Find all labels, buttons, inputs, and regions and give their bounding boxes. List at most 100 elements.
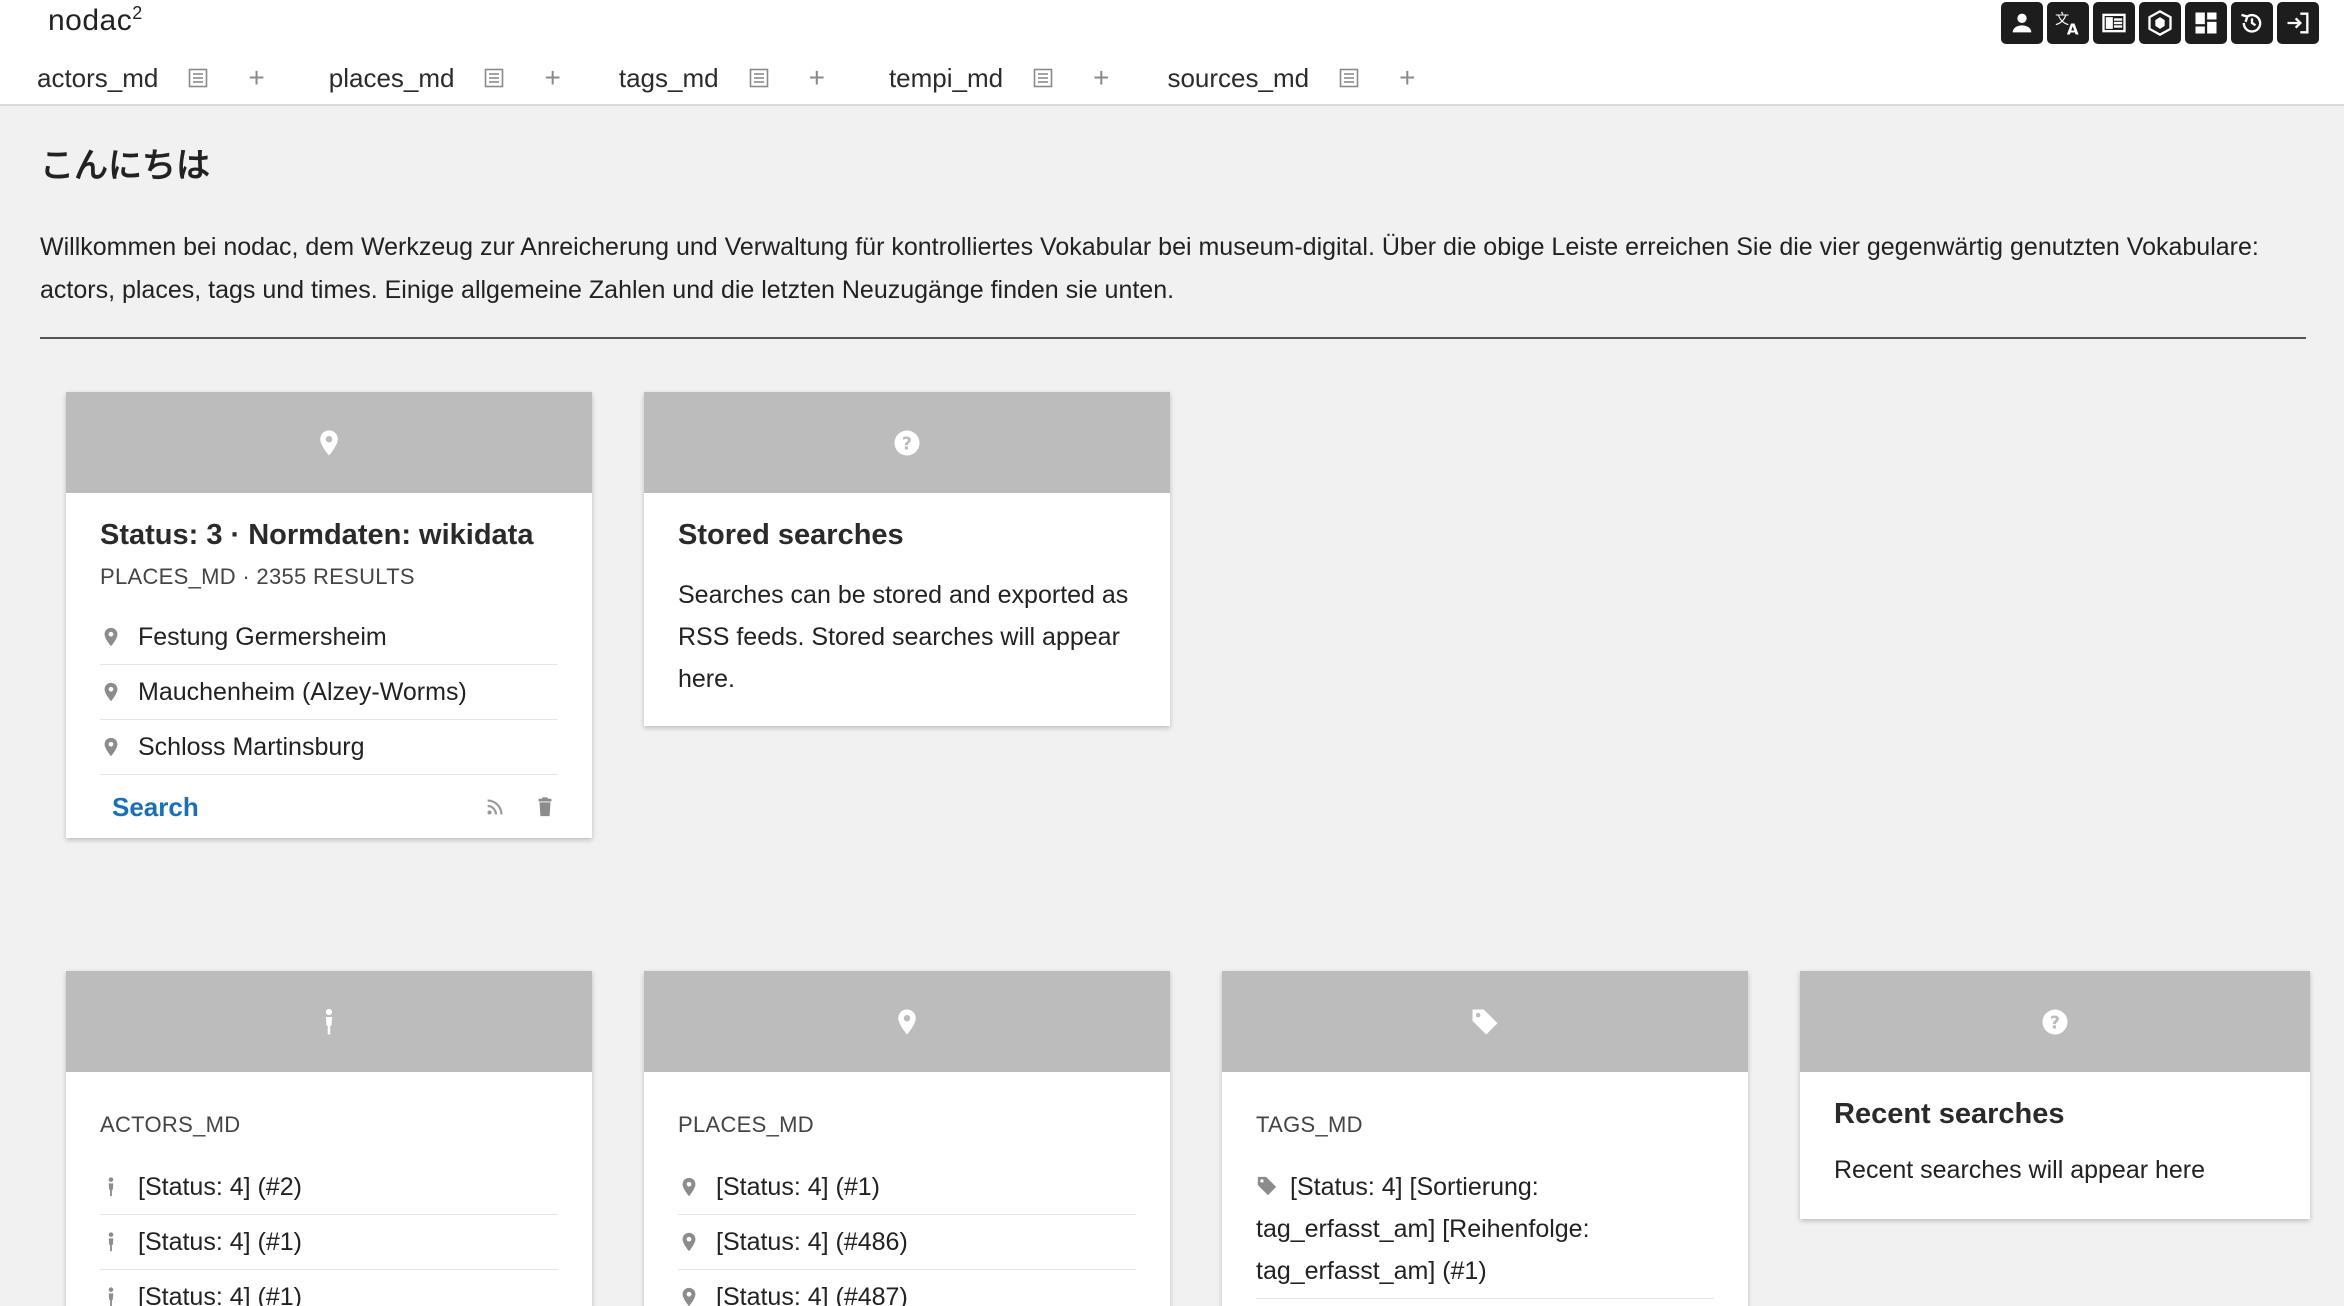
- list-item[interactable]: [Status: 4] (#487): [678, 1270, 1136, 1306]
- result-list: [Status: 4] [Sortierung: tag_erfasst_am]…: [1256, 1160, 1714, 1299]
- app-name-superscript: 2: [132, 3, 143, 23]
- add-icon[interactable]: +: [809, 64, 825, 92]
- logout-icon[interactable]: [2277, 2, 2319, 44]
- card-subtitle: ACTORS_MD: [100, 1112, 241, 1137]
- list-item[interactable]: Schloss Martinsburg: [100, 720, 558, 775]
- list-icon[interactable]: [1339, 68, 1359, 88]
- tab-tempi: tempi_md +: [889, 56, 1110, 100]
- list-icon[interactable]: [484, 68, 504, 88]
- toolbar: 文A: [2001, 2, 2319, 44]
- app-title[interactable]: nodac2: [48, 4, 143, 38]
- card-subtitle: PLACES_MD · 2355 RESULTS: [100, 564, 415, 589]
- greeting-heading: こんにちは: [40, 146, 210, 186]
- tab-tags-link[interactable]: tags_md: [619, 63, 719, 94]
- card-header: [644, 971, 1170, 1072]
- card-header: [1222, 971, 1748, 1072]
- tag-icon: [1472, 1009, 1498, 1034]
- tags-card: TAGS_MD [Status: 4] [Sortierung: tag_erf…: [1222, 971, 1748, 1306]
- card-title: Status: 3 · Normdaten: wikidata: [100, 519, 534, 551]
- list-item-label: [Status: 4] (#1): [138, 1283, 302, 1306]
- list-item[interactable]: Festung Germersheim: [100, 610, 558, 665]
- actors-card: ACTORS_MD [Status: 4] (#2) [Status: 4] (…: [66, 971, 592, 1306]
- dashboard-icon[interactable]: [2185, 2, 2227, 44]
- add-icon[interactable]: +: [248, 64, 264, 92]
- card-header: ?: [1800, 971, 2310, 1072]
- list-icon[interactable]: [749, 68, 769, 88]
- help-circle-icon: ?: [2042, 1009, 2068, 1034]
- person-icon: [108, 1287, 114, 1306]
- svg-text:?: ?: [902, 434, 912, 454]
- card-text: Searches can be stored and exported as R…: [678, 581, 1129, 693]
- vocabulary-tabs: actors_md + places_md + tags_md + tempi_…: [0, 56, 1415, 100]
- map-marker-icon: [104, 737, 118, 757]
- card-title: Recent searches: [1834, 1098, 2065, 1130]
- tab-sources-link[interactable]: sources_md: [1167, 63, 1309, 94]
- list-item[interactable]: [Status: 4] (#1): [100, 1215, 558, 1270]
- person-icon: [108, 1177, 114, 1197]
- trash-icon[interactable]: [534, 796, 556, 818]
- user-icon[interactable]: [2001, 2, 2043, 44]
- list-item[interactable]: Mauchenheim (Alzey-Worms): [100, 665, 558, 720]
- hexagon-icon[interactable]: [2139, 2, 2181, 44]
- tab-sources: sources_md +: [1167, 56, 1415, 100]
- add-icon[interactable]: +: [1093, 64, 1109, 92]
- list-icon[interactable]: [188, 68, 208, 88]
- map-marker-icon: [682, 1287, 696, 1306]
- saved-search-card: Status: 3 · Normdaten: wikidata PLACES_M…: [66, 392, 592, 838]
- stored-searches-card: ? Stored searches Searches can be stored…: [644, 392, 1170, 726]
- map-marker-icon: [898, 1009, 916, 1034]
- list-item-label: [Status: 4] (#1): [716, 1173, 880, 1201]
- list-item-label: [Status: 4] (#2): [138, 1173, 302, 1201]
- list-item-label: Mauchenheim (Alzey-Worms): [138, 678, 467, 706]
- result-list: [Status: 4] (#1) [Status: 4] (#486) [Sta…: [678, 1160, 1136, 1306]
- svg-text:A: A: [2067, 21, 2079, 37]
- list-item[interactable]: [Status: 4] (#1): [678, 1160, 1136, 1215]
- tab-tempi-link[interactable]: tempi_md: [889, 63, 1003, 94]
- translate-icon[interactable]: 文A: [2047, 2, 2089, 44]
- person-icon: [325, 1008, 333, 1034]
- rss-icon[interactable]: [484, 796, 506, 818]
- intro-text: Willkommen bei nodac, dem Werkzeug zur A…: [40, 233, 2259, 304]
- map-marker-icon: [104, 682, 118, 702]
- list-item-label: [Status: 4] (#1): [138, 1228, 302, 1256]
- tag-icon: [1257, 1176, 1277, 1196]
- search-button[interactable]: Search: [112, 792, 199, 823]
- card-header: ?: [644, 392, 1170, 493]
- list-item-label: [Status: 4] (#487): [716, 1283, 908, 1306]
- card-footer: Search: [66, 776, 592, 838]
- tab-tags: tags_md +: [619, 56, 825, 100]
- list-item-label: [Status: 4] (#486): [716, 1228, 908, 1256]
- list-item-label: [Status: 4] [Sortierung: tag_erfasst_am]…: [1256, 1173, 1590, 1285]
- list-icon[interactable]: [1033, 68, 1053, 88]
- card-text: Recent searches will appear here: [1834, 1156, 2206, 1184]
- map-marker-icon: [682, 1232, 696, 1252]
- map-marker-icon: [104, 627, 118, 647]
- map-marker-icon: [320, 430, 338, 455]
- reader-icon[interactable]: [2093, 2, 2135, 44]
- app-name: nodac: [48, 4, 133, 37]
- list-item-label: Festung Germersheim: [138, 623, 387, 651]
- list-item[interactable]: [Status: 4] (#486): [678, 1215, 1136, 1270]
- list-item[interactable]: [Status: 4] [Sortierung: tag_erfasst_am]…: [1256, 1160, 1714, 1299]
- svg-text:?: ?: [2050, 1013, 2060, 1033]
- person-icon: [108, 1232, 114, 1252]
- result-list: Festung Germersheim Mauchenheim (Alzey-W…: [100, 610, 558, 775]
- card-title: Stored searches: [678, 519, 904, 551]
- recent-searches-card: ? Recent searches Recent searches will a…: [1800, 971, 2310, 1219]
- result-list: [Status: 4] (#2) [Status: 4] (#1) [Statu…: [100, 1160, 558, 1306]
- list-item[interactable]: [Status: 4] (#1): [100, 1270, 558, 1306]
- list-item[interactable]: [Status: 4] (#2): [100, 1160, 558, 1215]
- list-item-label: Schloss Martinsburg: [138, 733, 365, 761]
- card-subtitle: PLACES_MD: [678, 1112, 814, 1137]
- tab-places-link[interactable]: places_md: [329, 63, 455, 94]
- add-icon[interactable]: +: [544, 64, 560, 92]
- divider: [40, 337, 2306, 339]
- card-header: [66, 392, 592, 493]
- tab-actors-link[interactable]: actors_md: [37, 63, 158, 94]
- add-icon[interactable]: +: [1399, 64, 1415, 92]
- tab-actors: actors_md +: [37, 56, 265, 100]
- help-circle-icon: ?: [894, 430, 920, 455]
- app-header: nodac2 actors_md + places_md + tags_md +…: [0, 0, 2344, 106]
- history-icon[interactable]: [2231, 2, 2273, 44]
- card-subtitle: TAGS_MD: [1256, 1112, 1363, 1137]
